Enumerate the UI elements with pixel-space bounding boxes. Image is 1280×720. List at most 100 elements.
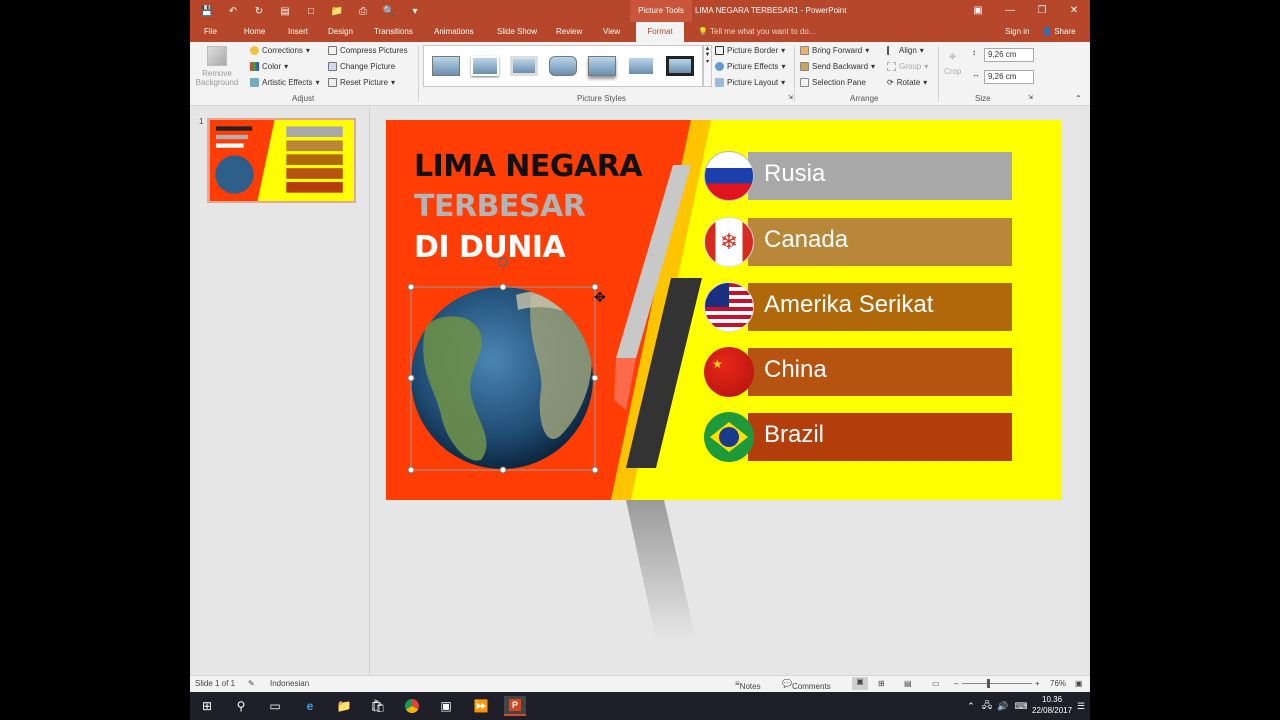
zoom-in-icon[interactable]: + (1035, 679, 1040, 688)
country-row[interactable]: ★ China (704, 346, 1012, 398)
resize-handle[interactable] (499, 466, 507, 474)
zoom-out-icon[interactable]: – (954, 679, 958, 688)
restore-button[interactable]: ❐ (1026, 0, 1058, 22)
remove-background-button[interactable]: Remove Background (196, 46, 238, 87)
print-icon[interactable]: ⎙ (356, 4, 370, 18)
customize-qat-icon[interactable]: ▾ (408, 4, 422, 18)
tab-view[interactable]: View (597, 22, 626, 42)
picture-style-6[interactable] (623, 50, 659, 82)
zoom-slider-thumb[interactable] (987, 679, 990, 688)
tab-animations[interactable]: Animations (428, 22, 480, 42)
comments-button[interactable]: 💬 Comments (782, 679, 831, 691)
reading-view-icon[interactable]: ▤ (904, 679, 912, 688)
artistic-effects-button[interactable]: Artistic Effects ▾ (250, 78, 320, 87)
picture-style-2[interactable] (467, 50, 503, 82)
powerpoint-taskbar-icon[interactable]: P (504, 696, 526, 716)
picture-style-3[interactable] (506, 50, 542, 82)
tab-home[interactable]: Home (238, 22, 271, 42)
picture-style-4[interactable] (545, 50, 581, 82)
tab-insert[interactable]: Insert (282, 22, 314, 42)
tab-slideshow[interactable]: Slide Show (491, 22, 543, 42)
tab-design[interactable]: Design (322, 22, 359, 42)
change-picture-button[interactable]: Change Picture (328, 62, 395, 71)
color-button[interactable]: Color ▾ (250, 62, 288, 71)
picture-style-7[interactable] (662, 50, 698, 82)
rotate-button[interactable]: ⟳ Rotate ▾ (887, 78, 927, 87)
keyboard-icon[interactable]: ⌨ (1010, 696, 1032, 716)
slideshow-view-icon[interactable]: ▭ (932, 679, 940, 688)
slide-thumbnail[interactable] (207, 118, 356, 203)
country-row[interactable]: ❄ Canada (704, 216, 1012, 268)
new-file-icon[interactable]: □ (304, 4, 318, 18)
clock[interactable]: 10.36 22/08/2017 (1032, 694, 1072, 716)
width-input[interactable]: 9,26 cm (984, 70, 1034, 84)
search-icon[interactable]: ⚲ (230, 696, 252, 716)
normal-view-icon[interactable]: ▣ (852, 677, 868, 690)
country-row[interactable]: Amerika Serikat (704, 281, 1012, 333)
corrections-button[interactable]: Corrections ▾ (250, 46, 310, 55)
selection-pane-button[interactable]: Selection Pane (800, 78, 866, 87)
resize-handle[interactable] (407, 374, 415, 382)
tab-review[interactable]: Review (550, 22, 588, 42)
edge-icon[interactable]: e (299, 696, 321, 716)
resize-handle[interactable] (499, 283, 507, 291)
app-icon[interactable]: ▣ (435, 696, 457, 716)
save-icon[interactable]: 💾 (200, 4, 214, 18)
resize-handle[interactable] (591, 466, 599, 474)
gallery-scroll[interactable]: ▲ ▼ ▾ (703, 45, 712, 87)
title-line-2[interactable]: TERBESAR (414, 189, 586, 224)
chrome-icon[interactable] (401, 696, 423, 716)
reset-picture-button[interactable]: Reset Picture ▾ (328, 78, 395, 87)
resize-handle[interactable] (407, 283, 415, 291)
size-launcher-icon[interactable]: ⇲ (1028, 94, 1033, 101)
tell-me-search[interactable]: 💡 Tell me what you want to do... (698, 22, 815, 42)
fit-to-window-icon[interactable]: ▣ (1075, 679, 1083, 688)
share-button[interactable]: 👤 Share (1042, 22, 1076, 42)
task-view-icon[interactable]: ▭ (264, 696, 286, 716)
crop-button[interactable]: ⌖ Crop (944, 48, 961, 76)
spellcheck-icon[interactable]: ✎ (248, 679, 255, 688)
slide-editing-area[interactable]: ✥ LIMA NEGARA TERBESAR DI DUNIA Rusia ❄ … (371, 107, 1090, 675)
open-folder-icon[interactable]: 📁 (330, 4, 344, 18)
resize-handle[interactable] (407, 466, 415, 474)
picture-border-button[interactable]: Picture Border ▾ (715, 46, 785, 55)
tab-file[interactable]: File (198, 22, 223, 42)
redo-icon[interactable]: ↻ (252, 4, 266, 18)
collapse-ribbon-icon[interactable]: ⌃ (1075, 94, 1082, 103)
slide[interactable]: ✥ LIMA NEGARA TERBESAR DI DUNIA Rusia ❄ … (386, 120, 1061, 640)
zoom-level[interactable]: 76% (1050, 679, 1066, 688)
windows-start-icon[interactable]: ⊞ (196, 696, 218, 716)
picture-style-1[interactable] (428, 50, 464, 82)
start-slideshow-icon[interactable]: ▤ (278, 4, 292, 18)
title-line-1[interactable]: LIMA NEGARA (414, 149, 643, 184)
height-input[interactable]: 9,26 cm (984, 48, 1034, 62)
notifications-icon[interactable]: ☰ (1070, 696, 1092, 716)
picture-layout-button[interactable]: Picture Layout ▾ (715, 78, 785, 87)
store-icon[interactable]: 🛍 (367, 696, 389, 716)
send-backward-button[interactable]: Send Backward ▾ (800, 62, 875, 71)
country-row[interactable]: Rusia (704, 150, 1012, 202)
picture-style-5[interactable] (584, 50, 620, 82)
picture-styles-launcher-icon[interactable]: ⇲ (788, 94, 793, 101)
tab-format[interactable]: Format (636, 22, 684, 42)
zoom-slider[interactable] (962, 683, 1032, 684)
notes-button[interactable]: ≡ Notes (735, 679, 761, 691)
globe-picture[interactable] (411, 287, 593, 469)
slide-sorter-icon[interactable]: ⊞ (878, 679, 885, 688)
media-icon[interactable]: ⏩ (470, 696, 492, 716)
language[interactable]: Indonesian (270, 679, 309, 688)
sign-in-link[interactable]: Sign in (1005, 22, 1029, 42)
undo-icon[interactable]: ↶ (226, 4, 240, 18)
picture-effects-button[interactable]: Picture Effects ▾ (715, 62, 785, 71)
resize-handle[interactable] (591, 374, 599, 382)
compress-pictures-button[interactable]: Compress Pictures (328, 46, 408, 55)
print-preview-icon[interactable]: 🔍 (382, 4, 396, 18)
title-line-3[interactable]: DI DUNIA (414, 230, 566, 265)
file-explorer-icon[interactable]: 📁 (333, 696, 355, 716)
tab-transitions[interactable]: Transitions (368, 22, 419, 42)
group-button[interactable]: Group ▾ (887, 62, 928, 71)
bring-forward-button[interactable]: Bring Forward ▾ (800, 46, 869, 55)
align-button[interactable]: Align ▾ (887, 46, 924, 55)
ribbon-display-options-icon[interactable]: ▣ (962, 0, 994, 22)
country-row[interactable]: Brazil (704, 411, 1012, 463)
